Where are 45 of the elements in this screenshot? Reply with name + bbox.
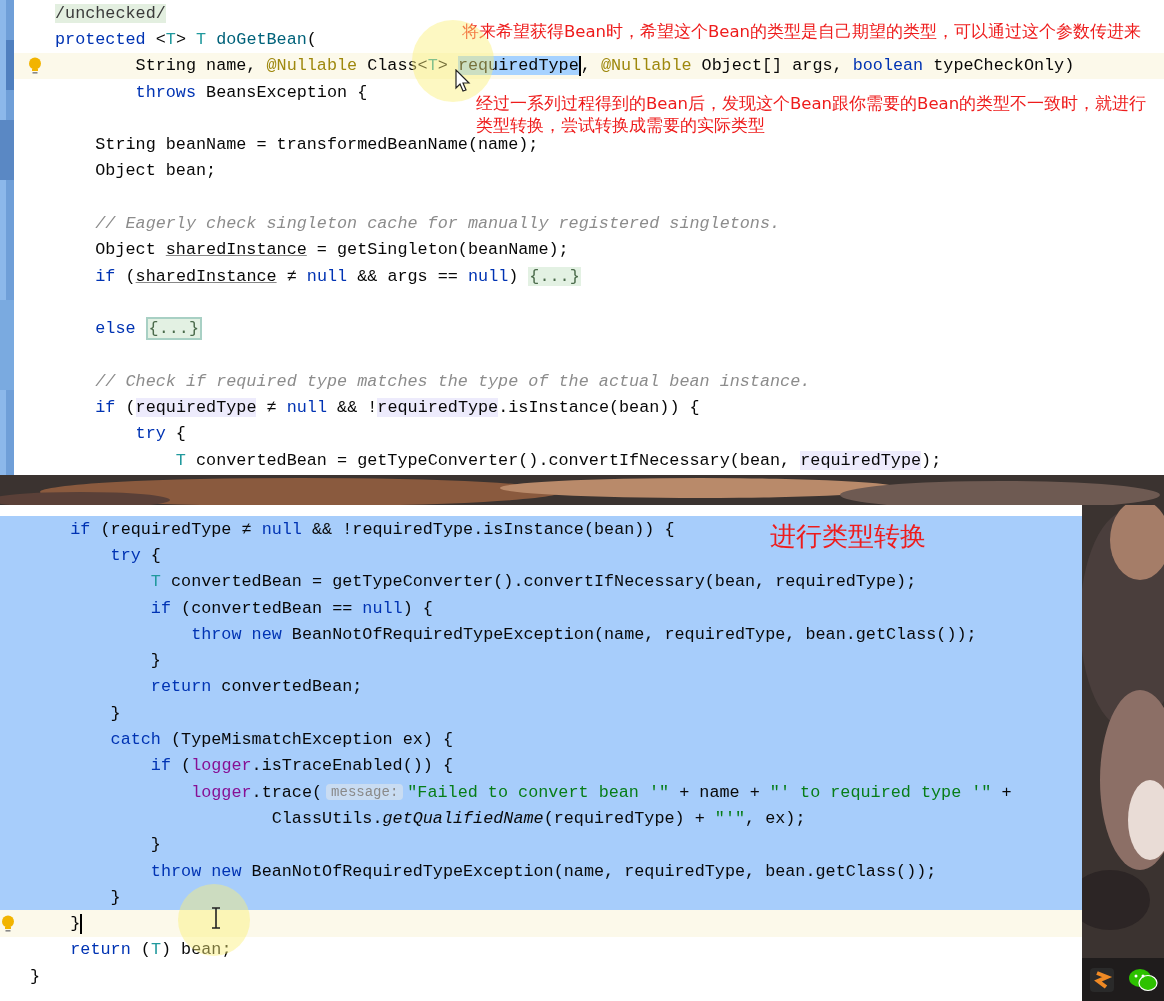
annotation-text: 经过一系列过程得到的Bean后，发现这个Bean跟你需要的Bean的类型不一致时，就进行类型转换，尝试转换成需要的实际类型 <box>476 93 1148 137</box>
code-text: if (logger.isTraceEnabled()) { <box>150 756 454 776</box>
code-text: } <box>150 651 161 671</box>
code-text: return (T) bean; <box>70 940 232 960</box>
code-text: if (convertedBean == null) { <box>150 598 433 618</box>
code-text: protected <T> T doGetBean( <box>55 29 317 49</box>
text-caret <box>578 55 581 76</box>
code-text: try { <box>135 424 186 444</box>
annotation-text: 进行类型转换 <box>770 520 926 553</box>
text-cursor-icon <box>211 907 221 929</box>
code-text: , @Nullable Object[] args, boolean typeCheckOnly) <box>580 56 1075 76</box>
code-text: catch (TypeMismatchException ex) { <box>110 730 453 749</box>
code-text: throws BeansException { <box>135 82 368 102</box>
folded-code[interactable]: {...} <box>145 317 202 341</box>
chat-icon[interactable] <box>1127 966 1158 993</box>
code-text: } <box>110 703 121 723</box>
code-text: if (requiredType ≠ null && !requiredType.isInstance(bean)) { <box>95 398 700 418</box>
code-text: } <box>110 887 121 907</box>
app-icon[interactable] <box>1088 966 1115 993</box>
code-text: if (sharedInstance ≠ null && args == null) <box>95 266 519 286</box>
code-text: Object bean; <box>95 161 217 181</box>
code-text: String name, @Nullable Class<T> requiredType <box>135 56 579 76</box>
code-text: String beanName = transformedBeanName(name); <box>95 135 539 155</box>
folded-code[interactable]: {...} <box>528 266 581 286</box>
code-text: else <box>95 319 136 339</box>
code-text: T convertedBean = getTypeConverter().convertIfNecessary(bean, requiredType); <box>150 572 917 592</box>
code-text: // Eagerly check singleton cache for manually registered singletons. <box>95 214 781 233</box>
code-text: ClassUtils.getQualifiedName(requiredType) + "'", ex); <box>271 808 806 828</box>
code-text: if (requiredType ≠ null && !requiredType.isInstance(bean)) { <box>70 519 675 539</box>
code-text: throw new BeanNotOfRequiredTypeException(name, requiredType, bean.getClass()); <box>191 624 977 644</box>
code-text: T convertedBean = getTypeConverter().convertIfNecessary(bean, requiredType); <box>175 450 942 470</box>
code-text: Object sharedInstance = getSingleton(beanName); <box>95 240 569 260</box>
code-text: } <box>30 966 41 986</box>
code-text: } <box>150 835 161 855</box>
code-text: logger.trace( <box>191 782 323 802</box>
code-text: "Failed to convert bean '" + name + "' to required type '" + <box>407 782 1012 802</box>
annotation-text: 将来希望获得Bean时，希望这个Bean的类型是自己期望的类型，可以通过这个参数传进来 <box>462 21 1142 43</box>
parameter-hint: message: <box>326 784 404 801</box>
text-caret <box>80 913 83 934</box>
code-text: throw new BeanNotOfRequiredTypeException(name, requiredType, bean.getClass()); <box>150 861 937 881</box>
code-text: return convertedBean; <box>150 677 363 697</box>
code-text: try { <box>110 545 161 565</box>
code-text: /unchecked/ <box>55 3 166 23</box>
code-text: } <box>70 914 81 934</box>
code-text: // Check if required type matches the type of the actual bean instance. <box>95 371 811 391</box>
